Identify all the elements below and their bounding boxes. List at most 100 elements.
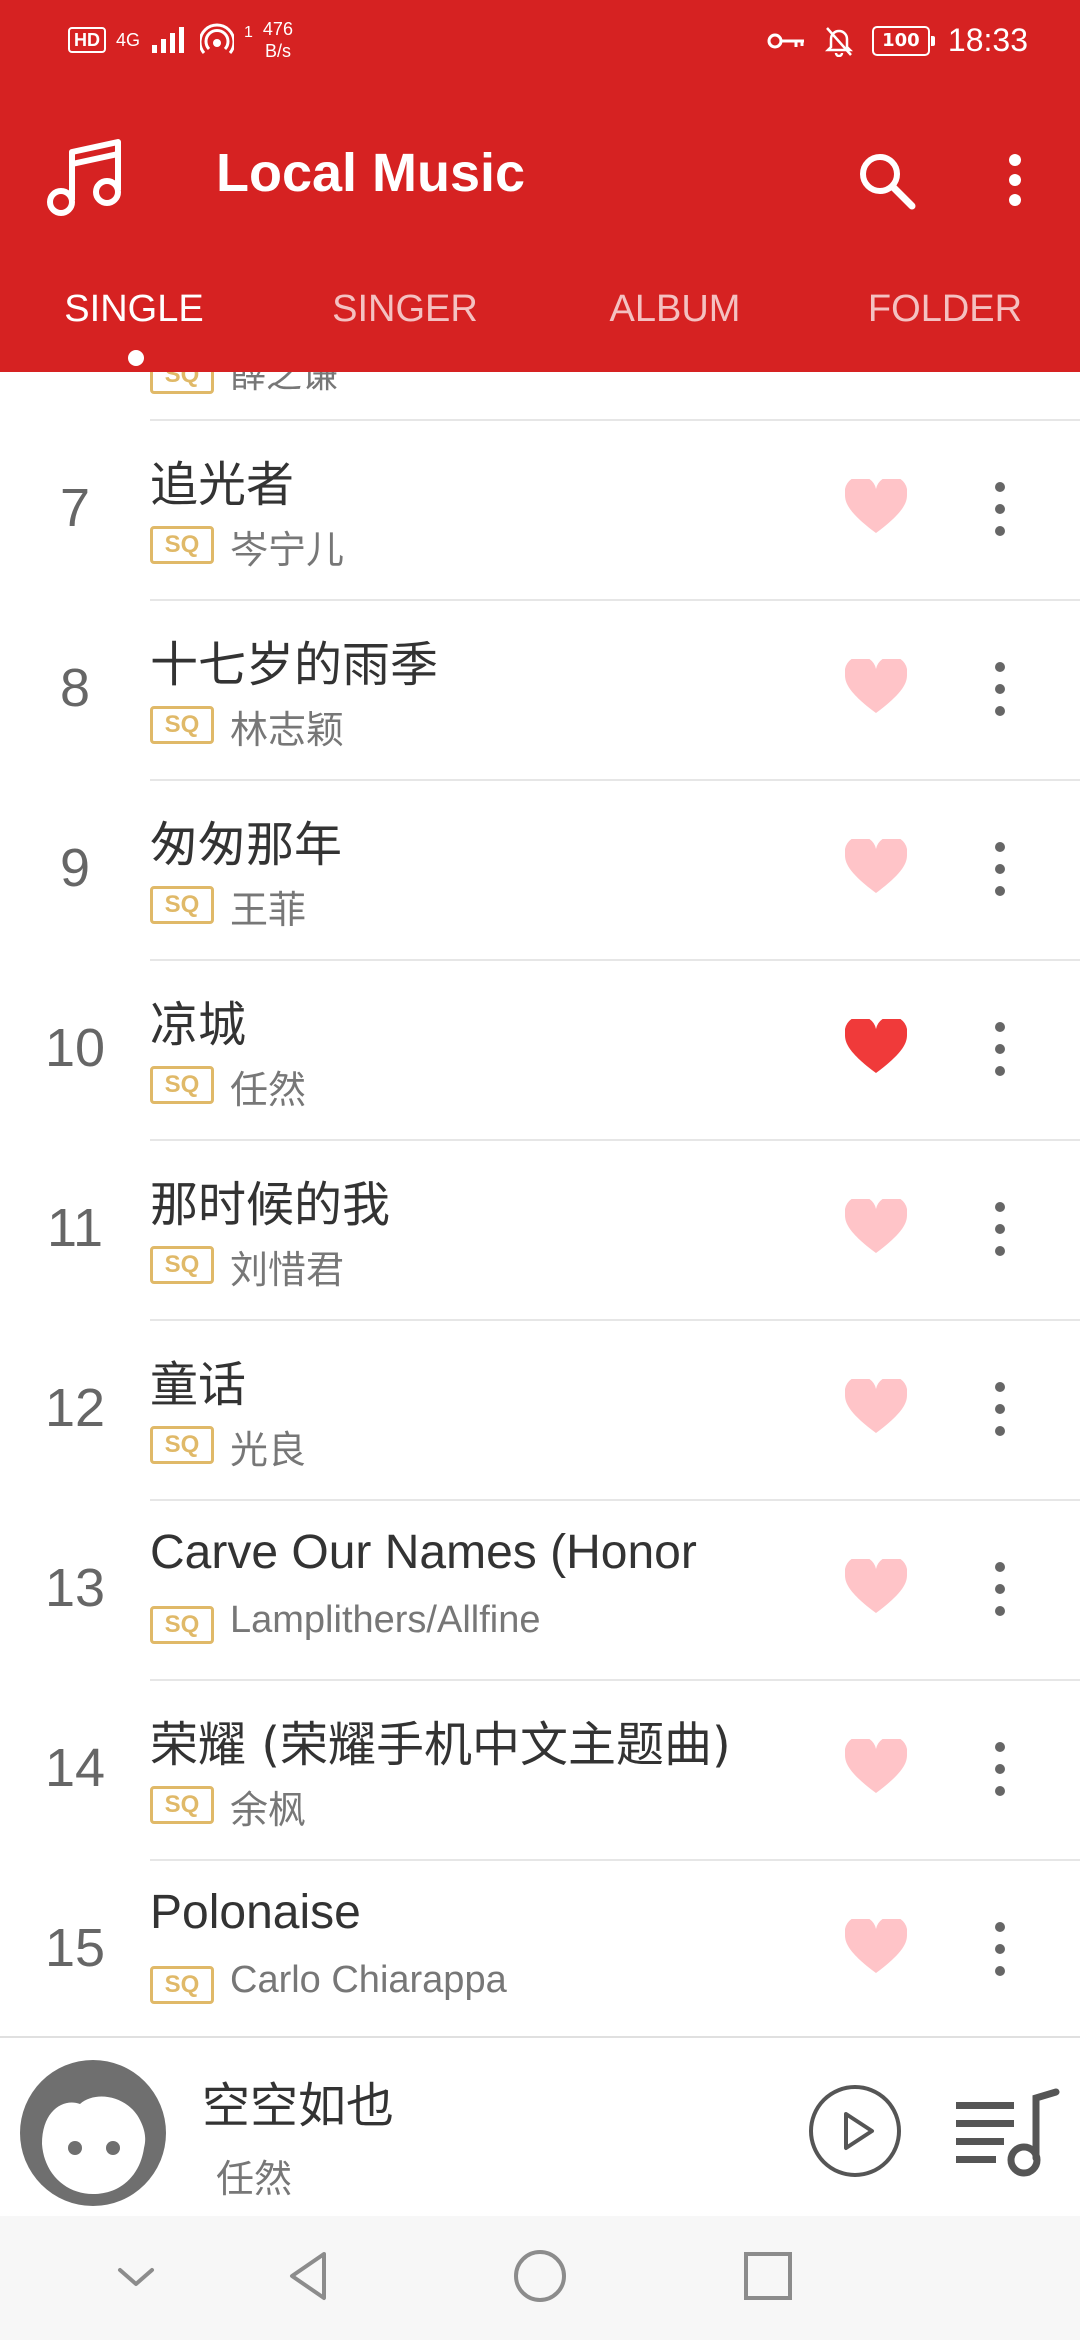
track-number: 14: [44, 1738, 106, 1798]
clock: 18:33: [947, 22, 1028, 58]
track-number: 10: [44, 1018, 106, 1078]
list-item[interactable]: 15 Polonaise SQ Carlo Chiarappa: [0, 1859, 1080, 2036]
more-vertical-icon[interactable]: [980, 649, 1020, 729]
track-number: 11: [46, 1198, 104, 1258]
speed-indicator: 476 B/s: [263, 18, 293, 62]
more-vertical-icon[interactable]: [980, 1549, 1020, 1629]
tab-singer[interactable]: SINGER: [332, 288, 478, 331]
divider: [150, 959, 1080, 961]
more-vertical-icon[interactable]: [995, 144, 1035, 216]
key-icon: [767, 33, 804, 48]
song-artist: 光良: [230, 1428, 307, 1472]
song-artist: Carlo Chiarappa: [230, 1959, 507, 2001]
list-item[interactable]: 8 十七岁的雨季 SQ 林志颖: [0, 599, 1080, 779]
back-triangle-icon[interactable]: [278, 2244, 342, 2308]
list-item[interactable]: 9 匆匆那年 SQ 王菲: [0, 779, 1080, 959]
song-artist: 薛之谦: [230, 372, 339, 396]
now-playing-bar[interactable]: 空空如也 任然: [0, 2036, 1080, 2218]
track-number: 12: [44, 1378, 106, 1438]
track-number: 13: [44, 1558, 106, 1618]
home-circle-icon[interactable]: [508, 2244, 572, 2308]
battery-indicator: 100: [871, 25, 935, 56]
now-playing-title: 空空如也: [202, 2078, 395, 2134]
tab-album[interactable]: ALBUM: [610, 288, 741, 331]
song-artist: 王菲: [230, 888, 307, 932]
more-vertical-icon[interactable]: [980, 1729, 1020, 1809]
more-vertical-icon[interactable]: [980, 1009, 1020, 1089]
heart-icon[interactable]: [845, 1559, 907, 1615]
page-title: Local Music: [216, 143, 526, 203]
active-tab-indicator: [128, 350, 144, 366]
speed-unit: B/s: [264, 41, 291, 61]
play-icon[interactable]: [808, 2084, 902, 2178]
song-artist: 岑宁儿: [230, 528, 345, 572]
heart-icon-filled[interactable]: [845, 1019, 907, 1075]
track-number: 8: [59, 658, 91, 718]
divider: [150, 1139, 1080, 1141]
song-artist: 余枫: [230, 1788, 307, 1832]
track-number: 9: [59, 838, 91, 898]
sq-badge: SQ: [150, 886, 214, 924]
sq-badge: SQ: [150, 1246, 214, 1284]
song-title: 荣耀 (荣耀手机中文主题曲): [150, 1717, 731, 1773]
heart-icon[interactable]: [845, 479, 907, 535]
app-header: HD 4G 1 476 B/s 100 18:33 Local Music SI…: [0, 0, 1080, 372]
system-nav-bar: [0, 2216, 1080, 2340]
song-title: 匆匆那年: [150, 817, 343, 873]
sq-badge: SQ: [150, 372, 214, 394]
heart-icon[interactable]: [845, 1199, 907, 1255]
more-vertical-icon[interactable]: [980, 829, 1020, 909]
sq-badge: SQ: [150, 1606, 214, 1644]
speed-value: 476: [262, 19, 293, 39]
tab-single[interactable]: SINGLE: [64, 288, 203, 331]
song-list[interactable]: SQ 薛之谦 7 追光者 SQ 岑宁儿 8 十七岁的雨季 SQ 林志颖 9 匆匆…: [0, 372, 1080, 2036]
list-item[interactable]: 13 Carve Our Names (Honor SQ Lamplithers…: [0, 1499, 1080, 1679]
recent-square-icon[interactable]: [736, 2244, 800, 2308]
search-icon[interactable]: [850, 144, 922, 216]
list-item[interactable]: SQ 薛之谦: [0, 372, 1080, 396]
now-playing-artist: 任然: [216, 2157, 293, 2201]
list-item[interactable]: 7 追光者 SQ 岑宁儿: [0, 419, 1080, 599]
list-item[interactable]: 10 凉城 SQ 任然: [0, 959, 1080, 1139]
status-right: 100 18:33: [766, 22, 1028, 59]
song-title: Polonaise: [150, 1886, 361, 1939]
heart-icon[interactable]: [845, 1919, 907, 1975]
sq-badge: SQ: [150, 526, 214, 564]
heart-icon[interactable]: [845, 659, 907, 715]
more-vertical-icon[interactable]: [980, 1189, 1020, 1269]
music-note-icon: [47, 139, 121, 216]
heart-icon[interactable]: [845, 1379, 907, 1435]
sq-badge: SQ: [150, 706, 214, 744]
list-item[interactable]: 11 那时候的我 SQ 刘惜君: [0, 1139, 1080, 1319]
sq-badge: SQ: [150, 1966, 214, 2004]
heart-icon[interactable]: [845, 839, 907, 895]
list-item[interactable]: 12 童话 SQ 光良: [0, 1319, 1080, 1499]
hotspot-count: 1: [244, 24, 253, 41]
hotspot-icon: [200, 23, 235, 54]
hd-indicator: HD: [68, 27, 106, 53]
song-title: 追光者: [150, 457, 295, 513]
more-vertical-icon[interactable]: [980, 1909, 1020, 1989]
song-title: 那时候的我: [150, 1177, 391, 1233]
status-bar: HD 4G 1 476 B/s 100 18:33: [0, 0, 1080, 90]
list-item[interactable]: 14 荣耀 (荣耀手机中文主题曲) SQ 余枫: [0, 1679, 1080, 1859]
divider: [150, 1499, 1080, 1501]
more-vertical-icon[interactable]: [980, 469, 1020, 549]
sq-badge: SQ: [150, 1426, 214, 1464]
heart-icon[interactable]: [845, 1739, 907, 1795]
status-left: HD 4G 1 476 B/s: [68, 18, 293, 62]
more-vertical-icon[interactable]: [980, 1369, 1020, 1449]
track-number: 15: [44, 1918, 106, 1978]
tab-bar: SINGLE SINGER ALBUM FOLDER: [0, 270, 1080, 372]
song-title: 凉城: [150, 997, 247, 1053]
song-title: 十七岁的雨季: [150, 637, 439, 693]
avatar[interactable]: [20, 2060, 166, 2206]
divider: [150, 779, 1080, 781]
divider: [150, 599, 1080, 601]
divider: [150, 419, 1080, 421]
tab-folder[interactable]: FOLDER: [868, 288, 1022, 331]
divider: [150, 1679, 1080, 1681]
chevron-down-icon[interactable]: [104, 2244, 168, 2308]
song-artist: 刘惜君: [230, 1248, 345, 1292]
playlist-icon[interactable]: [952, 2084, 1062, 2178]
